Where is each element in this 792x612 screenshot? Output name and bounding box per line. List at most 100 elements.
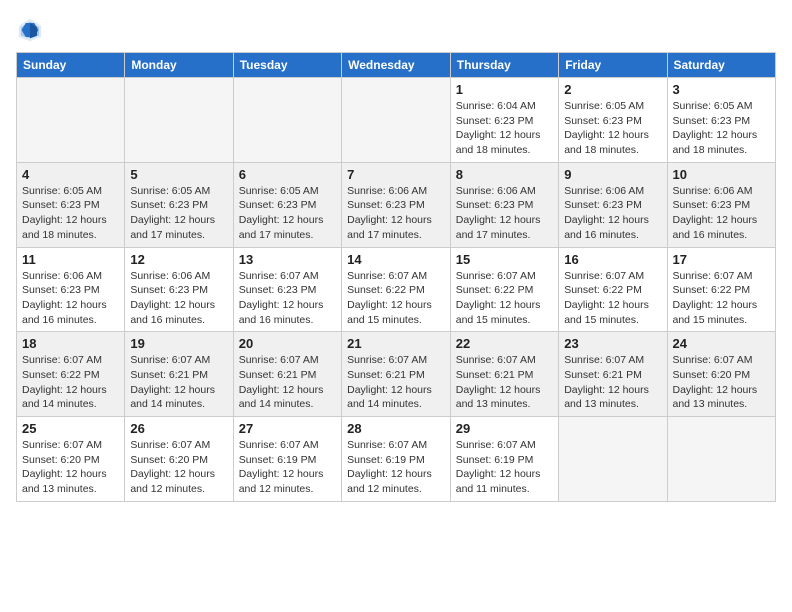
day-info: Sunrise: 6:07 AMSunset: 6:22 PMDaylight:… bbox=[347, 269, 445, 328]
day-info: Sunrise: 6:07 AMSunset: 6:22 PMDaylight:… bbox=[22, 353, 119, 412]
calendar-day-cell: 21 Sunrise: 6:07 AMSunset: 6:21 PMDayligh… bbox=[342, 332, 451, 417]
day-number: 22 bbox=[456, 336, 553, 351]
day-number: 18 bbox=[22, 336, 119, 351]
day-number: 29 bbox=[456, 421, 553, 436]
calendar-day-cell: 15 Sunrise: 6:07 AMSunset: 6:22 PMDayligh… bbox=[450, 247, 558, 332]
calendar-week-row: 1 Sunrise: 6:04 AMSunset: 6:23 PMDaylight… bbox=[17, 78, 776, 163]
day-info: Sunrise: 6:06 AMSunset: 6:23 PMDaylight:… bbox=[673, 184, 771, 243]
day-info: Sunrise: 6:07 AMSunset: 6:22 PMDaylight:… bbox=[673, 269, 771, 328]
day-info: Sunrise: 6:05 AMSunset: 6:23 PMDaylight:… bbox=[564, 99, 661, 158]
day-info: Sunrise: 6:05 AMSunset: 6:23 PMDaylight:… bbox=[130, 184, 227, 243]
calendar-day-cell: 24 Sunrise: 6:07 AMSunset: 6:20 PMDayligh… bbox=[667, 332, 776, 417]
day-info: Sunrise: 6:07 AMSunset: 6:20 PMDaylight:… bbox=[673, 353, 771, 412]
calendar-day-cell: 1 Sunrise: 6:04 AMSunset: 6:23 PMDaylight… bbox=[450, 78, 558, 163]
calendar-day-cell bbox=[125, 78, 233, 163]
day-number: 27 bbox=[239, 421, 336, 436]
calendar-header-row: SundayMondayTuesdayWednesdayThursdayFrid… bbox=[17, 53, 776, 78]
day-number: 15 bbox=[456, 252, 553, 267]
calendar-day-cell: 2 Sunrise: 6:05 AMSunset: 6:23 PMDaylight… bbox=[559, 78, 667, 163]
calendar-day-cell: 29Sunrise: 6:07 AMSunset: 6:19 PMDayligh… bbox=[450, 417, 558, 502]
weekday-header-friday: Friday bbox=[559, 53, 667, 78]
calendar-day-cell: 9 Sunrise: 6:06 AMSunset: 6:23 PMDaylight… bbox=[559, 162, 667, 247]
calendar-day-cell bbox=[342, 78, 451, 163]
weekday-header-monday: Monday bbox=[125, 53, 233, 78]
day-info: Sunrise: 6:06 AMSunset: 6:23 PMDaylight:… bbox=[22, 269, 119, 328]
day-number: 20 bbox=[239, 336, 336, 351]
weekday-header-wednesday: Wednesday bbox=[342, 53, 451, 78]
day-number: 14 bbox=[347, 252, 445, 267]
calendar-day-cell: 8 Sunrise: 6:06 AMSunset: 6:23 PMDaylight… bbox=[450, 162, 558, 247]
day-number: 4 bbox=[22, 167, 119, 182]
page-header bbox=[16, 16, 776, 44]
calendar-day-cell: 26 Sunrise: 6:07 AMSunset: 6:20 PMDayligh… bbox=[125, 417, 233, 502]
day-number: 8 bbox=[456, 167, 553, 182]
day-info: Sunrise: 6:07 AMSunset: 6:22 PMDaylight:… bbox=[564, 269, 661, 328]
calendar-day-cell: 20 Sunrise: 6:07 AMSunset: 6:21 PMDayligh… bbox=[233, 332, 341, 417]
day-number: 6 bbox=[239, 167, 336, 182]
day-number: 7 bbox=[347, 167, 445, 182]
day-number: 21 bbox=[347, 336, 445, 351]
calendar-week-row: 18 Sunrise: 6:07 AMSunset: 6:22 PMDayligh… bbox=[17, 332, 776, 417]
weekday-header-saturday: Saturday bbox=[667, 53, 776, 78]
day-number: 24 bbox=[673, 336, 771, 351]
calendar-day-cell bbox=[233, 78, 341, 163]
calendar-table: SundayMondayTuesdayWednesdayThursdayFrid… bbox=[16, 52, 776, 502]
calendar-day-cell: 18 Sunrise: 6:07 AMSunset: 6:22 PMDayligh… bbox=[17, 332, 125, 417]
calendar-day-cell: 4Sunrise: 6:05 AMSunset: 6:23 PMDaylight… bbox=[17, 162, 125, 247]
calendar-day-cell: 10 Sunrise: 6:06 AMSunset: 6:23 PMDayligh… bbox=[667, 162, 776, 247]
day-number: 12 bbox=[130, 252, 227, 267]
calendar-day-cell: 12 Sunrise: 6:06 AMSunset: 6:23 PMDayligh… bbox=[125, 247, 233, 332]
day-info: Sunrise: 6:07 AMSunset: 6:20 PMDaylight:… bbox=[130, 438, 227, 497]
calendar-day-cell bbox=[559, 417, 667, 502]
calendar-day-cell: 14 Sunrise: 6:07 AMSunset: 6:22 PMDayligh… bbox=[342, 247, 451, 332]
calendar-day-cell: 5 Sunrise: 6:05 AMSunset: 6:23 PMDaylight… bbox=[125, 162, 233, 247]
calendar-day-cell: 28 Sunrise: 6:07 AMSunset: 6:19 PMDayligh… bbox=[342, 417, 451, 502]
calendar-day-cell: 7 Sunrise: 6:06 AMSunset: 6:23 PMDaylight… bbox=[342, 162, 451, 247]
day-info: Sunrise: 6:06 AMSunset: 6:23 PMDaylight:… bbox=[130, 269, 227, 328]
weekday-header-sunday: Sunday bbox=[17, 53, 125, 78]
day-info: Sunrise: 6:05 AMSunset: 6:23 PMDaylight:… bbox=[239, 184, 336, 243]
day-info: Sunrise: 6:06 AMSunset: 6:23 PMDaylight:… bbox=[456, 184, 553, 243]
day-info: Sunrise: 6:04 AMSunset: 6:23 PMDaylight:… bbox=[456, 99, 553, 158]
calendar-day-cell: 23 Sunrise: 6:07 AMSunset: 6:21 PMDayligh… bbox=[559, 332, 667, 417]
calendar-day-cell: 27 Sunrise: 6:07 AMSunset: 6:19 PMDayligh… bbox=[233, 417, 341, 502]
calendar-day-cell: 3 Sunrise: 6:05 AMSunset: 6:23 PMDaylight… bbox=[667, 78, 776, 163]
day-info: Sunrise: 6:07 AMSunset: 6:19 PMDaylight:… bbox=[347, 438, 445, 497]
calendar-day-cell bbox=[667, 417, 776, 502]
calendar-week-row: 11 Sunrise: 6:06 AMSunset: 6:23 PMDayligh… bbox=[17, 247, 776, 332]
calendar-day-cell: 19 Sunrise: 6:07 AMSunset: 6:21 PMDayligh… bbox=[125, 332, 233, 417]
calendar-day-cell: 22Sunrise: 6:07 AMSunset: 6:21 PMDayligh… bbox=[450, 332, 558, 417]
calendar-week-row: 25 Sunrise: 6:07 AMSunset: 6:20 PMDayligh… bbox=[17, 417, 776, 502]
day-number: 28 bbox=[347, 421, 445, 436]
day-info: Sunrise: 6:07 AMSunset: 6:21 PMDaylight:… bbox=[564, 353, 661, 412]
day-info: Sunrise: 6:06 AMSunset: 6:23 PMDaylight:… bbox=[347, 184, 445, 243]
day-number: 13 bbox=[239, 252, 336, 267]
day-number: 16 bbox=[564, 252, 661, 267]
day-info: Sunrise: 6:05 AMSunset: 6:23 PMDaylight:… bbox=[673, 99, 771, 158]
day-number: 9 bbox=[564, 167, 661, 182]
day-number: 5 bbox=[130, 167, 227, 182]
logo bbox=[16, 16, 48, 44]
day-number: 1 bbox=[456, 82, 553, 97]
calendar-day-cell: 6 Sunrise: 6:05 AMSunset: 6:23 PMDaylight… bbox=[233, 162, 341, 247]
day-number: 11 bbox=[22, 252, 119, 267]
day-info: Sunrise: 6:07 AMSunset: 6:19 PMDaylight:… bbox=[239, 438, 336, 497]
logo-icon bbox=[16, 16, 44, 44]
day-info: Sunrise: 6:07 AMSunset: 6:21 PMDaylight:… bbox=[347, 353, 445, 412]
day-number: 17 bbox=[673, 252, 771, 267]
day-number: 19 bbox=[130, 336, 227, 351]
calendar-day-cell: 17 Sunrise: 6:07 AMSunset: 6:22 PMDayligh… bbox=[667, 247, 776, 332]
day-number: 26 bbox=[130, 421, 227, 436]
day-number: 25 bbox=[22, 421, 119, 436]
calendar-day-cell: 25 Sunrise: 6:07 AMSunset: 6:20 PMDayligh… bbox=[17, 417, 125, 502]
day-number: 23 bbox=[564, 336, 661, 351]
day-number: 2 bbox=[564, 82, 661, 97]
day-info: Sunrise: 6:07 AMSunset: 6:21 PMDaylight:… bbox=[239, 353, 336, 412]
day-info: Sunrise: 6:06 AMSunset: 6:23 PMDaylight:… bbox=[564, 184, 661, 243]
day-info: Sunrise: 6:07 AMSunset: 6:21 PMDaylight:… bbox=[130, 353, 227, 412]
calendar-day-cell: 13Sunrise: 6:07 AMSunset: 6:23 PMDayligh… bbox=[233, 247, 341, 332]
day-info: Sunrise: 6:07 AMSunset: 6:22 PMDaylight:… bbox=[456, 269, 553, 328]
day-info: Sunrise: 6:07 AMSunset: 6:20 PMDaylight:… bbox=[22, 438, 119, 497]
day-number: 3 bbox=[673, 82, 771, 97]
day-number: 10 bbox=[673, 167, 771, 182]
